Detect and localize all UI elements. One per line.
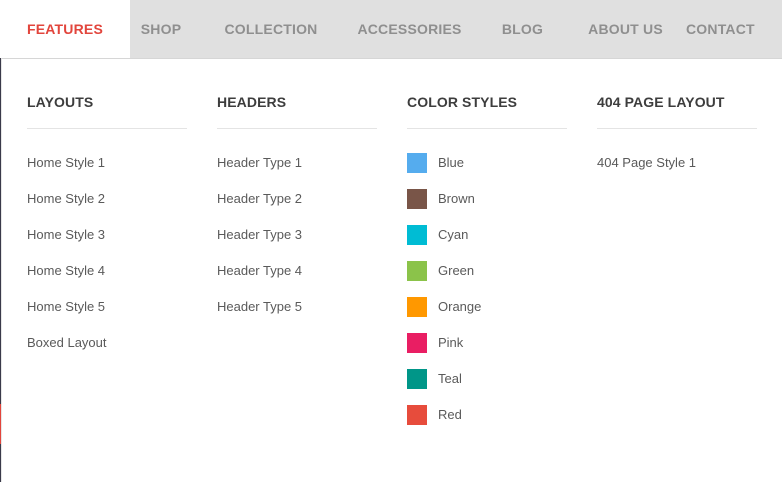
color-swatch-red — [407, 405, 427, 425]
main-nav: FEATURES SHOP COLLECTION ACCESSORIES BLO… — [0, 0, 782, 58]
menu-link-color-brown[interactable]: Brown — [407, 187, 567, 223]
color-swatch-cyan — [407, 225, 427, 245]
column-divider — [407, 128, 567, 129]
nav-item-collection[interactable]: COLLECTION — [192, 0, 350, 58]
nav-item-about-us[interactable]: ABOUT US — [576, 0, 675, 58]
column-divider — [217, 128, 377, 129]
menu-link-header-type-5[interactable]: Header Type 5 — [217, 295, 377, 331]
color-label: Orange — [438, 299, 482, 314]
menu-link-boxed-layout[interactable]: Boxed Layout — [27, 331, 187, 367]
menu-link-header-type-3[interactable]: Header Type 3 — [217, 223, 377, 259]
page404-list: 404 Page Style 1 — [597, 151, 757, 187]
layouts-list: Home Style 1 Home Style 2 Home Style 3 H… — [27, 151, 187, 367]
menu-link-header-type-2[interactable]: Header Type 2 — [217, 187, 377, 223]
nav-item-accessories[interactable]: ACCESSORIES — [350, 0, 469, 58]
menu-link-home-style-2[interactable]: Home Style 2 — [27, 187, 187, 223]
nav-item-contact[interactable]: CONTACT — [675, 0, 782, 58]
color-label: Teal — [438, 371, 462, 386]
column-title: COLOR STYLES — [407, 94, 518, 110]
menu-link-home-style-5[interactable]: Home Style 5 — [27, 295, 187, 331]
menu-link-color-red[interactable]: Red — [407, 403, 567, 439]
menu-link-home-style-3[interactable]: Home Style 3 — [27, 223, 187, 259]
menu-link-color-teal[interactable]: Teal — [407, 367, 567, 403]
menu-link-home-style-1[interactable]: Home Style 1 — [27, 151, 187, 187]
menu-link-404-page-style-1[interactable]: 404 Page Style 1 — [597, 151, 757, 187]
color-label: Blue — [438, 155, 465, 170]
menu-link-color-cyan[interactable]: Cyan — [407, 223, 567, 259]
menu-link-color-green[interactable]: Green — [407, 259, 567, 295]
nav-item-features[interactable]: FEATURES — [0, 0, 130, 58]
color-label: Cyan — [438, 227, 469, 242]
column-title: HEADERS — [217, 94, 287, 110]
features-mega-menu: LAYOUTS Home Style 1 Home Style 2 Home S… — [1, 58, 782, 482]
column-divider — [27, 128, 187, 129]
color-swatch-teal — [407, 369, 427, 389]
color-label: Red — [438, 407, 462, 422]
headers-list: Header Type 1 Header Type 2 Header Type … — [217, 151, 377, 331]
nav-item-shop[interactable]: SHOP — [130, 0, 192, 58]
color-swatch-orange — [407, 297, 427, 317]
color-label: Brown — [438, 191, 475, 206]
color-label: Pink — [438, 335, 464, 350]
color-label: Green — [438, 263, 475, 278]
column-title: 404 PAGE LAYOUT — [597, 94, 725, 110]
color-styles-list: Blue Brown Cyan Green Orange Pink Teal R… — [407, 151, 567, 439]
menu-link-color-pink[interactable]: Pink — [407, 331, 567, 367]
nav-item-blog[interactable]: BLOG — [469, 0, 576, 58]
menu-link-color-blue[interactable]: Blue — [407, 151, 567, 187]
menu-link-header-type-4[interactable]: Header Type 4 — [217, 259, 377, 295]
menu-link-color-orange[interactable]: Orange — [407, 295, 567, 331]
menu-link-header-type-1[interactable]: Header Type 1 — [217, 151, 377, 187]
color-swatch-pink — [407, 333, 427, 353]
app-root: FEATURES SHOP COLLECTION ACCESSORIES BLO… — [0, 0, 782, 482]
menu-link-home-style-4[interactable]: Home Style 4 — [27, 259, 187, 295]
color-swatch-green — [407, 261, 427, 281]
color-swatch-blue — [407, 153, 427, 173]
color-swatch-brown — [407, 189, 427, 209]
column-divider — [597, 128, 757, 129]
column-title: LAYOUTS — [27, 94, 94, 110]
